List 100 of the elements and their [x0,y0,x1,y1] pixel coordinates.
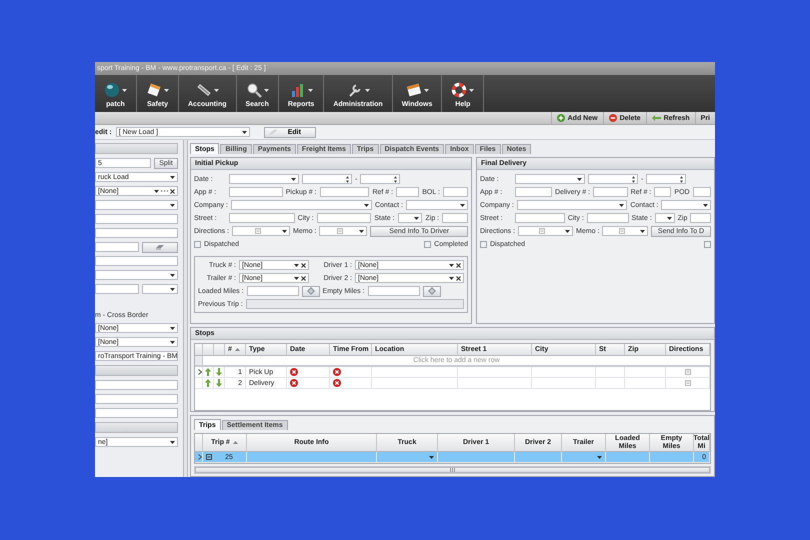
input-field[interactable] [95,394,178,404]
dropdown-field[interactable] [229,174,299,184]
note-icon [336,228,343,234]
input-field[interactable] [442,187,468,197]
diamond-icon [428,287,436,295]
spin-arrows-icon[interactable] [680,176,684,182]
input-field[interactable] [396,187,420,197]
caret-icon [214,88,219,92]
calculate-button[interactable] [422,286,441,296]
lifebuoy-icon [451,82,468,98]
collapse-icon[interactable] [206,454,212,460]
input-field[interactable] [515,187,552,197]
caret-icon [414,216,420,220]
caret-icon [577,178,582,180]
caret-icon [170,340,175,344]
input-field[interactable] [246,286,299,296]
checkbox[interactable] [424,240,432,248]
input-field[interactable] [95,408,178,418]
row-indicator-icon [198,369,202,375]
dropdown-field[interactable] [661,200,711,210]
wrench-icon [346,82,362,98]
checkbox[interactable] [704,240,711,248]
note-icon [684,369,690,375]
dropdown-field[interactable] [319,226,368,236]
dropdown-field[interactable] [406,200,468,210]
input-field[interactable] [442,213,468,223]
caret-icon [619,204,624,206]
note-icon [684,380,690,386]
input-field[interactable] [654,187,672,197]
dropdown-field[interactable] [516,200,628,210]
time-field[interactable] [302,174,352,184]
input-field[interactable] [368,286,420,296]
clear-icon[interactable] [301,262,306,268]
dropdown-field[interactable] [518,226,574,236]
clear-icon[interactable] [456,276,461,280]
input-field[interactable] [95,242,139,252]
caret-icon [294,264,299,266]
time-field[interactable] [646,174,686,184]
input-field[interactable] [316,213,372,223]
caret-icon [666,216,672,220]
note-icon [618,228,625,234]
column-header [203,344,214,356]
input-field[interactable] [320,187,370,197]
caret-icon [640,230,646,232]
spin-arrows-icon[interactable] [394,176,398,182]
dropdown-field[interactable] [515,174,585,184]
input-field[interactable] [229,187,283,197]
search-icon [246,82,262,98]
eraser-icon [156,244,164,250]
spin-arrows-icon[interactable] [632,176,635,182]
caret-icon [122,88,127,92]
dropdown-field[interactable] [95,200,178,210]
input-field[interactable] [95,284,139,294]
input-field[interactable] [229,213,295,223]
input-field[interactable] [95,380,178,390]
caret-icon [170,440,175,444]
tool-button[interactable] [142,242,178,252]
calculate-button[interactable] [302,286,320,296]
clear-icon[interactable] [301,276,306,280]
checkbox[interactable] [480,240,487,248]
input-field[interactable] [95,228,178,238]
refresh-icon [652,114,661,122]
dropdown-field[interactable] [398,213,422,223]
input-field[interactable] [593,187,628,197]
caret-icon [170,326,175,330]
caret-icon [424,88,429,92]
dropdown-field[interactable] [232,226,290,236]
caret-icon [154,190,159,192]
caret-icon [242,130,247,134]
caret-icon [359,230,364,232]
clear-icon[interactable] [170,188,175,194]
input-field[interactable] [515,213,565,223]
checkbox[interactable] [194,240,201,248]
input-field[interactable] [690,213,711,223]
input-field[interactable] [95,214,178,224]
table-cell [596,378,625,389]
dropdown-field[interactable] [142,284,178,294]
table-cell [532,378,596,389]
input-field[interactable] [246,299,464,309]
clear-icon[interactable] [456,262,461,268]
delete-icon [608,114,617,122]
dropdown-field[interactable] [230,200,372,210]
dropdown-field[interactable] [654,213,675,223]
caret-icon [469,88,474,92]
dropdown-field[interactable] [95,270,178,280]
dropdown-field[interactable] [602,226,648,236]
caret-icon [291,178,296,180]
caret-icon [294,276,299,280]
input-field[interactable] [95,256,178,266]
table-cell [532,367,596,378]
chart-icon [290,82,306,98]
input-field[interactable] [586,213,629,223]
spin-arrows-icon[interactable] [346,176,349,182]
input-field[interactable] [692,187,712,197]
time-field[interactable] [360,174,400,184]
caret-icon [170,176,175,178]
caret-icon [364,204,369,206]
caret-icon [449,276,454,280]
time-field[interactable] [588,174,638,184]
note-icon [254,228,261,234]
